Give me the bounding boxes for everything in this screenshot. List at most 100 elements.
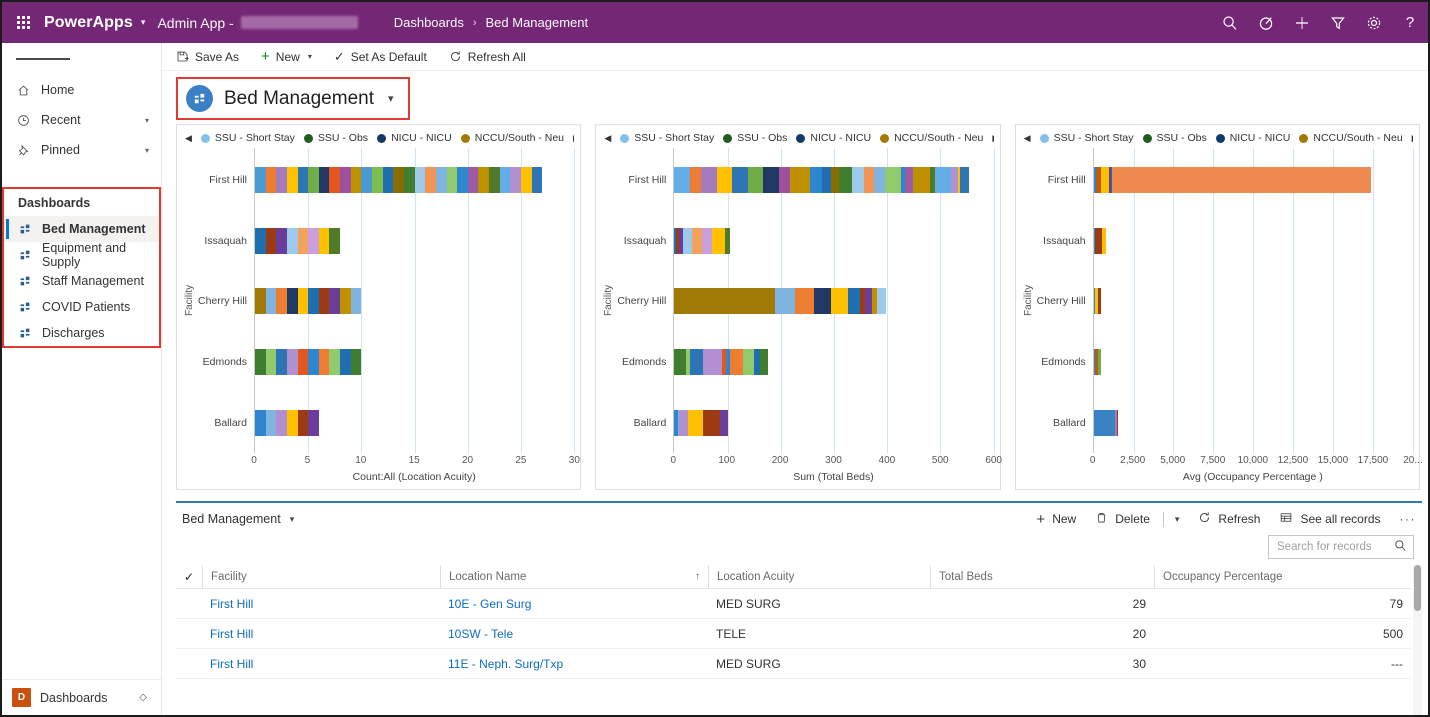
cell-location-name[interactable]: 11E - Neph. Surg/Txp [440,649,708,678]
bar-segment[interactable] [790,167,811,194]
search-input[interactable]: Search for records [1268,535,1414,559]
bar-segment[interactable] [778,167,791,194]
bar-segment[interactable] [255,409,266,436]
bar-segment[interactable] [329,167,341,194]
dashboard-selector[interactable]: Bed Management ▾ [176,77,410,120]
bar-segment[interactable] [1101,227,1107,254]
assistant-icon[interactable] [1248,2,1284,43]
bar-segment[interactable] [674,167,691,194]
bar-segment[interactable] [1098,288,1101,315]
bar-segment[interactable] [531,167,543,194]
bar-segment[interactable] [720,409,728,436]
bar-segment[interactable] [425,167,436,194]
column-header-occupancy-percentage[interactable]: Occupancy Percentage [1154,565,1411,588]
bar-segment[interactable] [297,227,309,254]
stacked-bar[interactable] [674,167,970,194]
bar-segment[interactable] [774,288,795,315]
bar-segment[interactable] [308,167,319,194]
bar-segment[interactable] [478,167,490,194]
bar-segment[interactable] [265,288,277,315]
legend-item[interactable]: NICU - NICU [1215,132,1290,144]
bar-segment[interactable] [329,288,341,315]
bar-segment[interactable] [297,288,309,315]
bar-segment[interactable] [489,167,500,194]
grid-scrollbar-thumb[interactable] [1414,565,1421,611]
sidebar-item-equipment-and-supply[interactable]: Equipment and Supply [4,241,159,269]
legend-item[interactable]: NCCU/South - Neu [460,132,564,144]
bar-segment[interactable] [950,167,959,194]
bar-segment[interactable] [286,409,298,436]
bar-segment[interactable] [276,227,287,254]
stacked-bar[interactable] [255,288,362,315]
chevron-updown-icon[interactable]: ◇ [139,692,147,703]
bar-segment[interactable] [851,167,864,194]
legend-item[interactable]: NICU - NICU [796,132,871,144]
add-icon[interactable] [1284,2,1320,43]
bar-segment[interactable] [340,288,351,315]
stacked-bar[interactable] [1093,409,1119,436]
bar-segment[interactable] [1112,167,1372,194]
stacked-bar[interactable] [674,349,768,376]
stacked-bar[interactable] [674,409,728,436]
bar-segment[interactable] [265,409,277,436]
help-icon[interactable]: ? [1392,2,1428,43]
bar-segment[interactable] [1100,167,1110,194]
bar-segment[interactable] [393,167,404,194]
search-icon[interactable] [1394,539,1407,555]
bar-segment[interactable] [329,349,341,376]
bar-segment[interactable] [308,288,319,315]
refresh-all-button[interactable]: Refresh All [449,50,526,64]
bar-segment[interactable] [521,167,532,194]
legend-item[interactable]: SSU - Obs [723,132,787,144]
bar-segment[interactable] [692,227,702,254]
bar-segment[interactable] [510,167,522,194]
set-as-default-button[interactable]: ✓ Set As Default [334,50,427,64]
recent-chevron-down-icon[interactable]: ▾ [145,116,149,125]
bar-segment[interactable] [276,349,287,376]
table-row[interactable]: First Hill 10SW - Tele TELE 20 500 [176,619,1411,649]
bar-segment[interactable] [318,349,330,376]
cell-location-name[interactable]: 10SW - Tele [440,619,708,648]
delete-record-button[interactable]: Delete ▾ [1095,511,1179,527]
bar-segment[interactable] [276,167,287,194]
new-button[interactable]: + New ▾ [261,49,312,64]
stacked-bar[interactable] [674,227,731,254]
bar-segment[interactable] [308,227,319,254]
bar-segment[interactable] [329,227,341,254]
search-icon[interactable] [1212,2,1248,43]
bar-segment[interactable] [700,167,717,194]
bar-segment[interactable] [682,227,693,254]
bar-segment[interactable] [255,227,266,254]
bar-segment[interactable] [255,288,266,315]
bar-segment[interactable] [674,349,687,376]
bar-segment[interactable] [286,227,298,254]
legend-next-icon[interactable]: ▶ [1412,133,1413,144]
bar-segment[interactable] [340,167,351,194]
bar-segment[interactable] [414,167,426,194]
bar-segment[interactable] [884,167,901,194]
stacked-bar[interactable] [255,227,341,254]
sidebar-item-home[interactable]: Home [2,75,161,105]
bar-segment[interactable] [255,167,266,194]
select-all-checkbox[interactable]: ✓ [176,565,202,588]
save-as-button[interactable]: Save As [176,50,239,64]
bar-segment[interactable] [813,288,832,315]
bar-segment[interactable] [308,409,319,436]
cell-location-name[interactable]: 10E - Gen Surg [440,589,708,618]
sidebar-item-bed-management[interactable]: Bed Management [4,216,159,242]
legend-item[interactable]: SSU - Short Stay [1039,132,1134,144]
bar-segment[interactable] [1093,409,1116,436]
see-all-records-button[interactable]: See all records [1279,511,1381,527]
bar-segment[interactable] [711,227,725,254]
bar-segment[interactable] [905,167,913,194]
bar-segment[interactable] [361,167,373,194]
bar-segment[interactable] [286,288,298,315]
bar-segment[interactable] [794,288,814,315]
sidebar-item-pinned[interactable]: Pinned ▾ [2,135,161,165]
bar-segment[interactable] [874,167,885,194]
settings-icon[interactable] [1356,2,1392,43]
bar-segment[interactable] [831,288,849,315]
bar-segment[interactable] [350,288,362,315]
bar-segment[interactable] [286,167,298,194]
bar-segment[interactable] [703,409,721,436]
